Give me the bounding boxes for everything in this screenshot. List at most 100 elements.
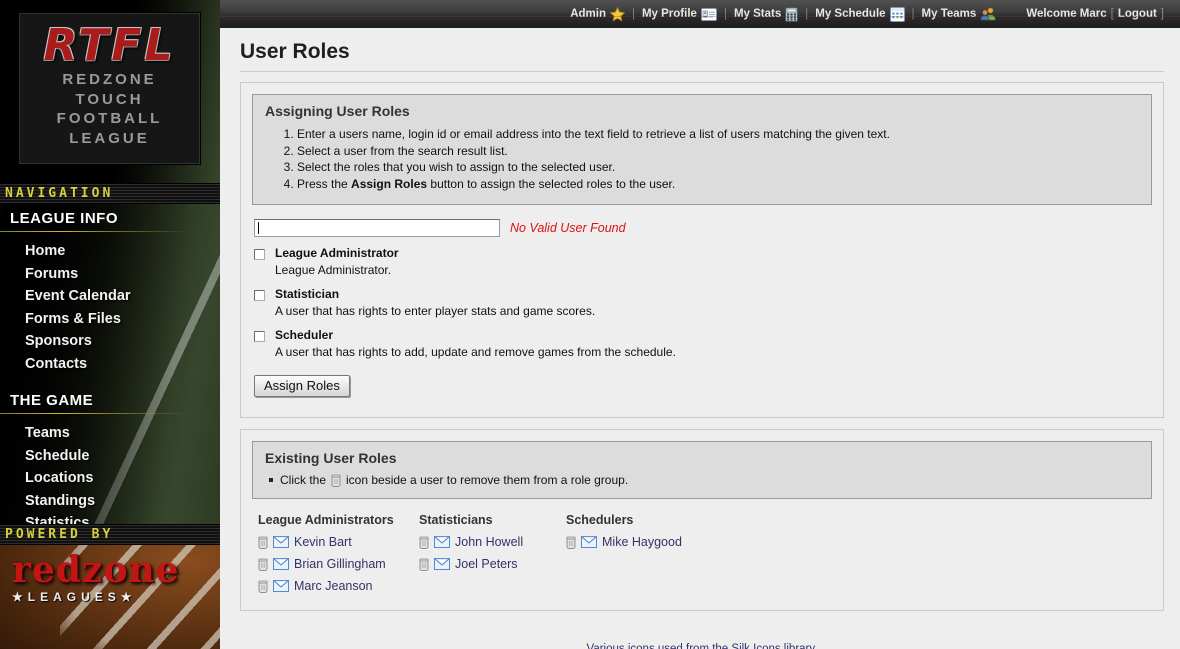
section-underline [0,231,205,232]
section-underline [0,413,205,414]
email-icon[interactable] [273,558,289,570]
assign-roles-button[interactable]: Assign Roles [254,375,350,397]
role-checkbox-league-administrator[interactable] [254,249,265,260]
bin-icon[interactable] [258,580,268,593]
sidebar: RTFL REDZONETOUCHFOOTBALLLEAGUE NAVIGATI… [0,0,220,649]
user-name[interactable]: John Howell [455,535,523,549]
separator: | [805,8,808,20]
sidebar-item-schedule[interactable]: Schedule [10,445,220,468]
topbar-item-admin[interactable]: Admin [570,7,625,22]
sidebar-item-teams[interactable]: Teams [10,422,220,445]
email-icon[interactable] [273,580,289,592]
sidebar-item-standings[interactable]: Standings [10,490,220,513]
existing-note: Click the icon beside a user to remove t… [269,473,1139,487]
star-icon [610,7,625,22]
topbar-item-label: My Stats [734,8,781,20]
instruction-bold: Assign Roles [351,177,427,191]
existing-section-heading: Existing User Roles [265,450,1139,466]
topbar-item-label: My Profile [642,8,697,20]
footer-link-silk-icons[interactable]: Various icons used from the Silk Icons l… [240,643,1164,649]
role-group-title: League Administrators [258,513,405,527]
redzone-logo-text: redzone [12,552,180,588]
sidebar-section-title: THE GAME [10,392,220,409]
footer: Various icons used from the Silk Icons l… [240,643,1164,649]
calendar-icon [890,7,905,22]
instruction-item: Select a user from the search result lis… [297,143,1139,160]
bin-icon[interactable] [258,536,268,549]
navigation-band: NAVIGATION [0,183,220,204]
sidebar-item-forums[interactable]: Forums [10,263,220,286]
user-name[interactable]: Kevin Bart [294,535,352,549]
role-text: League Administrator League Administrator… [275,246,399,278]
leagues-logo-text: ★LEAGUES★ [12,590,180,604]
sidebar-item-forms-files[interactable]: Forms & Files [10,308,220,331]
role-name: League Administrator [275,246,399,261]
user-search-row: No Valid User Found [254,219,1152,237]
instruction-item: Press the Assign Roles button to assign … [297,176,1139,193]
bin-icon [331,474,341,487]
sidebar-item-contacts[interactable]: Contacts [10,353,220,376]
role-description: A user that has rights to add, update an… [275,345,676,360]
role-group-schedulers: Schedulers Mike Haygood [566,513,682,593]
role-description: League Administrator. [275,263,399,278]
instruction-item: Enter a users name, login id or email ad… [297,126,1139,143]
sidebar-section-league-info: LEAGUE INFOHomeForumsEvent CalendarForms… [0,210,220,375]
user-row-john-howell: John Howell [419,535,552,549]
redzone-leagues-logo[interactable]: redzone ★LEAGUES★ [12,552,180,604]
user-name[interactable]: Joel Peters [455,557,518,571]
existing-roles-box: Existing User Roles Click the icon besid… [252,441,1152,499]
separator: | [632,8,635,20]
topbar-item-label: My Teams [922,8,977,20]
email-icon[interactable] [273,536,289,548]
assign-roles-section: Assigning User Roles Enter a users name,… [240,82,1164,418]
assign-section-heading: Assigning User Roles [265,103,1139,119]
email-icon[interactable] [581,536,597,548]
page-title: User Roles [240,40,1164,64]
user-search-input[interactable] [254,219,500,237]
main-content: User Roles Assigning User Roles Enter a … [220,28,1180,649]
sidebar-section-the-game: THE GAMETeamsScheduleLocationsStandingsS… [0,392,220,535]
bullet-square [269,478,273,482]
title-divider [240,71,1164,72]
existing-roles-section: Existing User Roles Click the icon besid… [240,429,1164,611]
sidebar-item-event-calendar[interactable]: Event Calendar [10,285,220,308]
bin-icon[interactable] [419,536,429,549]
user-name[interactable]: Mike Haygood [602,535,682,549]
bin-icon[interactable] [419,558,429,571]
topbar: Admin | My Profile | My Stats | My Schedule | My… [220,0,1180,28]
rtfl-logo[interactable]: RTFL REDZONETOUCHFOOTBALLLEAGUE [19,13,200,164]
note-text: icon beside a user to remove them from a… [346,473,628,487]
email-icon[interactable] [434,536,450,548]
bin-icon[interactable] [258,558,268,571]
user-name[interactable]: Marc Jeanson [294,579,373,593]
user-row-marc-jeanson: Marc Jeanson [258,579,405,593]
email-icon[interactable] [434,558,450,570]
logout-button[interactable]: Logout [1118,8,1157,20]
topbar-item-my-schedule[interactable]: My Schedule [815,7,904,22]
separator: | [912,8,915,20]
sidebar-item-locations[interactable]: Locations [10,467,220,490]
rtfl-logo-acronym: RTFL [20,22,199,70]
user-row-mike-haygood: Mike Haygood [566,535,682,549]
role-list: League Administrator League Administrator… [252,246,1152,360]
separator: | [724,8,727,20]
role-row-scheduler: SchedulerA user that has rights to add, … [254,328,1152,360]
powered-by-band: POWERED BY [0,524,220,545]
role-groups: League Administrators Kevin Bart Brian Gil… [258,513,1152,593]
logout-bracket-right: ] [1161,8,1164,20]
user-row-brian-gillingham: Brian Gillingham [258,557,405,571]
topbar-menu: Admin | My Profile | My Stats | My Schedule | My… [570,7,996,22]
role-checkbox-statistician[interactable] [254,290,265,301]
instructions-list: Enter a users name, login id or email ad… [279,126,1139,192]
sidebar-item-home[interactable]: Home [10,240,220,263]
topbar-item-my-teams[interactable]: My Teams [922,7,997,21]
bin-icon[interactable] [566,536,576,549]
topbar-item-my-stats[interactable]: My Stats [734,7,798,22]
role-group-title: Schedulers [566,513,682,527]
topbar-item-my-profile[interactable]: My Profile [642,8,717,21]
user-name[interactable]: Brian Gillingham [294,557,386,571]
topbar-item-label: My Schedule [815,8,885,20]
role-checkbox-scheduler[interactable] [254,331,265,342]
logo-line: LEAGUE [20,129,199,149]
sidebar-item-sponsors[interactable]: Sponsors [10,330,220,353]
